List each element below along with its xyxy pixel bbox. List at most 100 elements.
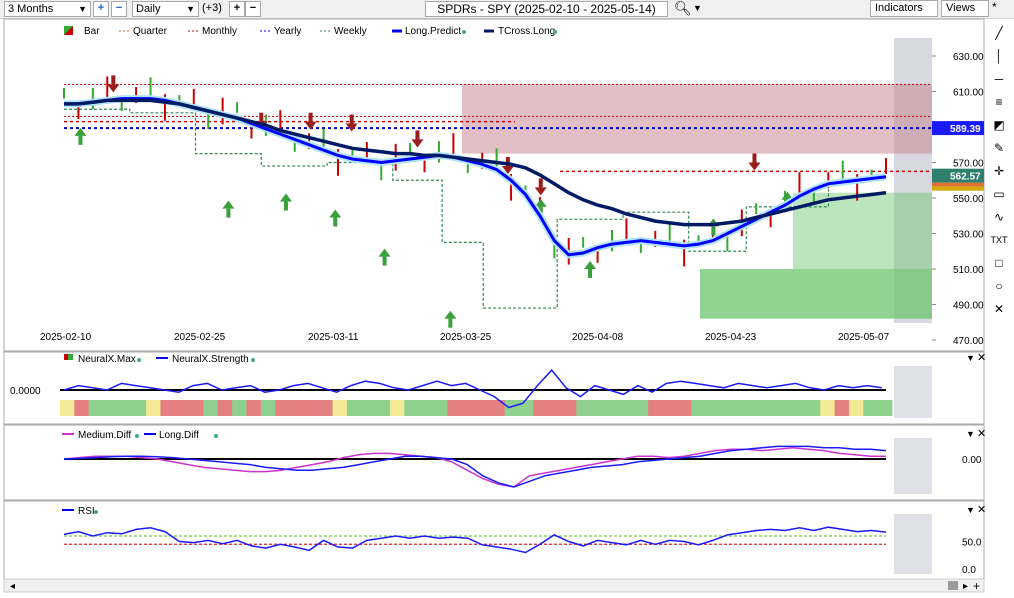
sell-arrow-shaft (349, 114, 354, 124)
neuralx-regime-cell (648, 400, 663, 416)
neuralx-regime-cell (346, 400, 362, 416)
add-icon[interactable]: + (973, 579, 980, 593)
delete-drawings-icon[interactable]: ✕ (990, 300, 1008, 318)
neuralx-max-swatch-red (64, 354, 68, 360)
future-zone (894, 438, 932, 494)
legend-long-diff: Long.Diff (159, 430, 199, 441)
neuralx-regime-cell (719, 400, 735, 416)
curve-tool-icon[interactable]: ∿ (990, 208, 1008, 226)
neuralx-regime-cell (389, 400, 405, 416)
scroll-right-icon[interactable]: ▸ (963, 581, 968, 592)
buy-arrow-shaft (382, 256, 387, 266)
support-zone-lower (700, 269, 932, 319)
neuralx-regime-cell (189, 400, 204, 416)
chevron-down-icon[interactable]: ▼ (966, 353, 975, 363)
neuralx-regime-cell (88, 400, 104, 416)
buy-arrow-shaft (283, 201, 288, 211)
y-tick-label: 490.00 (953, 301, 984, 312)
chevron-down-icon[interactable]: ▼ (693, 3, 702, 13)
trendline-tool-icon[interactable]: ╱ (990, 24, 1008, 42)
chevron-down-icon[interactable]: ▼ (966, 429, 975, 439)
pencil-tool-icon[interactable]: ✎ (990, 139, 1008, 157)
indicators-button[interactable]: Indicators ▼ (870, 0, 938, 28)
x-tick-label: 2025-02-10 (40, 332, 92, 343)
rectangle-tool-icon[interactable]: □ (990, 254, 1008, 272)
neuralx-regime-cell (805, 400, 821, 416)
legend-neuralx-strength: NeuralX.Strength (172, 354, 249, 365)
neuralx-regime-cell (332, 400, 348, 416)
neuralx-regime-cell (820, 400, 836, 416)
x-tick-label: 2025-04-23 (705, 332, 757, 343)
zoom-out-button[interactable]: − (111, 1, 127, 17)
scrollbar-track[interactable] (3, 578, 985, 593)
neuralx-regime-cell (289, 400, 305, 416)
close-icon[interactable]: ✕ (977, 504, 986, 516)
settings-dot-icon[interactable] (94, 510, 98, 514)
neuralx-regime-cell (863, 400, 879, 416)
period-select[interactable]: 3 Months ▼ (4, 1, 91, 17)
neuralx-regime-cell (275, 400, 291, 416)
settings-dot-icon[interactable] (553, 30, 557, 34)
legend-weekly: Weekly (334, 26, 367, 37)
settings-dot-icon[interactable] (135, 434, 139, 438)
chevron-down-icon: ▼ (186, 4, 195, 14)
neuralx-regime-cell (174, 400, 190, 416)
remove-indicator-button[interactable]: − (245, 1, 261, 17)
search-icon[interactable]: 🔍︎ (674, 0, 692, 17)
pin-icon[interactable]: * (992, 0, 997, 14)
settings-dot-icon[interactable] (251, 358, 255, 362)
chevron-down-icon: ▼ (78, 4, 87, 14)
fib-tool-icon[interactable]: ◩ (990, 116, 1008, 134)
add-indicator-button[interactable]: + (229, 1, 245, 17)
vertical-line-tool-icon[interactable]: │ (990, 47, 1008, 65)
neuralx-regime-cell (519, 400, 534, 416)
last-price-value: 562.57 (950, 172, 981, 183)
sell-arrow-shaft (259, 112, 264, 122)
parallel-lines-tool-icon[interactable]: ≡ (990, 93, 1008, 111)
period-value: 3 Months (8, 3, 54, 15)
crosshair-tool-icon[interactable]: ✛ (990, 162, 1008, 180)
sell-arrow-shaft (308, 112, 313, 122)
quarter-price-tag (932, 182, 984, 187)
buy-arrow-shaft (78, 135, 83, 145)
text-tool-icon[interactable]: TXT (990, 231, 1008, 249)
scrollbar-thumb[interactable] (948, 581, 958, 590)
settings-dot-icon[interactable] (214, 434, 218, 438)
neuralx-regime-cell (447, 400, 463, 416)
neuralx-regime-cell (418, 400, 434, 416)
neuralx-regime-cell (375, 400, 391, 416)
y-tick-label: 610.00 (953, 88, 984, 99)
neuralx-regime-cell (734, 400, 750, 416)
horizontal-scrollbar[interactable]: ◂ ▸ + (3, 578, 985, 593)
neuralx-regime-cell (590, 400, 606, 416)
zoom-in-button[interactable]: + (93, 1, 109, 17)
close-icon[interactable]: ✕ (977, 352, 986, 364)
views-button[interactable]: Views ▼ (941, 0, 989, 28)
settings-dot-icon[interactable] (137, 358, 141, 362)
scroll-left-icon[interactable]: ◂ (10, 581, 15, 592)
neuralx-regime-cell (303, 400, 319, 416)
yearly-price-value: 589.39 (950, 124, 981, 135)
x-tick-label: 2025-03-11 (308, 332, 359, 343)
legend-monthly: Monthly (202, 26, 237, 37)
interval-select[interactable]: Daily ▼ (132, 1, 199, 17)
sell-arrow-shaft (415, 130, 420, 140)
legend-tcross-long: TCross.Long (498, 26, 555, 37)
sell-arrow-shaft (752, 153, 757, 163)
neuralx-regime-cell (476, 400, 491, 416)
neuralx-regime-cell (131, 400, 147, 416)
neuralx-regime-cell (562, 400, 577, 416)
chart-title[interactable]: SPDRs - SPY (2025-02-10 - 2025-05-14) (425, 1, 668, 17)
views-label: Views (946, 2, 976, 14)
ellipse-tool-icon[interactable]: ○ (990, 277, 1008, 295)
chart-area[interactable]: 0.00 50.00.0 630.00610.00590.00570.00550… (0, 18, 986, 598)
horizontal-line-tool-icon[interactable]: ─ (990, 70, 1008, 88)
neuralx-regime-cell (676, 400, 692, 416)
y-tick-label: 570.00 (953, 159, 984, 170)
chevron-down-icon[interactable]: ▼ (966, 505, 975, 515)
close-icon[interactable]: ✕ (977, 428, 986, 440)
y-tick-label: 530.00 (953, 230, 984, 241)
legend-bar: Bar (84, 26, 100, 37)
settings-dot-icon[interactable] (462, 30, 466, 34)
callout-tool-icon[interactable]: ▭ (990, 185, 1008, 203)
